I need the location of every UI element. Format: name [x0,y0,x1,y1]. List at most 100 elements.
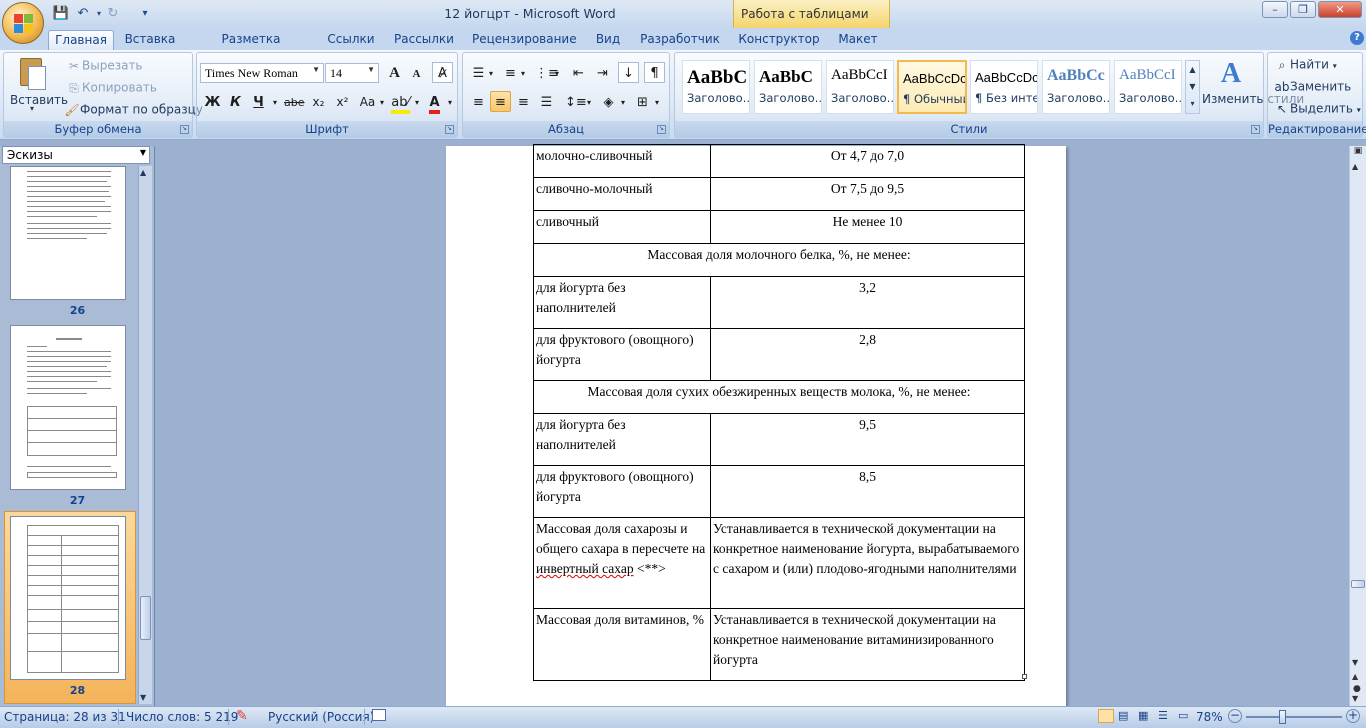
zoom-slider[interactable] [1246,710,1342,724]
navigation-mode-select[interactable]: Эскизы ▼ [2,146,150,164]
underline-dropdown-icon[interactable]: ▾ [270,91,280,112]
page-thumbnail-26[interactable] [10,166,126,300]
line-spacing-button[interactable]: ↕≡ [564,91,587,112]
maximize-button[interactable]: ❐ [1290,1,1316,18]
align-left-button[interactable]: ≡ [468,91,489,112]
tab-table-design[interactable]: Конструктор [738,30,820,50]
style-heading1[interactable]: AaBbC Заголово... [682,60,750,114]
zoom-level[interactable]: 78% [1196,710,1223,724]
scroll-up-icon[interactable]: ▲ [1352,162,1358,171]
shrink-font-button[interactable]: A [406,63,427,84]
full-screen-reading-icon[interactable]: ▤ [1118,709,1128,722]
change-case-dropdown-icon[interactable]: ▾ [377,91,387,112]
increase-indent-button[interactable]: ⇥ [592,62,613,83]
superscript-button[interactable]: x² [332,91,353,112]
justify-button[interactable]: ☰ [536,91,557,112]
bold-button[interactable]: Ж [202,91,223,112]
multilevel-dropdown-icon[interactable]: ▾ [552,62,562,83]
numbering-dropdown-icon[interactable]: ▾ [518,62,528,83]
paste-dropdown-icon[interactable]: ▾ [30,104,34,113]
change-case-button[interactable]: Aa [357,91,378,112]
web-layout-icon[interactable]: ▦ [1138,709,1148,722]
browse-object-icon[interactable]: ● [1353,684,1361,694]
change-styles-icon[interactable]: A [1212,58,1250,92]
table-cell-indicator[interactable]: Массовая доля сахарозы и общего сахара в… [533,517,711,609]
highlight-button[interactable]: ab⁄ [390,91,411,114]
ruler-toggle-icon[interactable]: ▣ [1351,146,1365,158]
previous-page-icon[interactable]: ▲ [1352,672,1358,681]
subscript-button[interactable]: x₂ [308,91,329,112]
align-right-button[interactable]: ≡ [513,91,534,112]
thumbnails-scrollbar[interactable]: ▲ ▼ [138,166,152,704]
tab-insert[interactable]: Вставка [120,30,180,50]
strikethrough-button[interactable]: abe [283,91,305,112]
clear-format-button[interactable]: A̷ [432,62,453,83]
shading-button[interactable]: ◈ [598,91,619,112]
table-cell-indicator[interactable]: для фруктового (овощного) йогурта [533,328,711,381]
style-heading3[interactable]: AaBbCcI Заголово... [826,60,894,114]
thumbnails-scroll-thumb[interactable] [140,596,151,640]
font-launcher-icon[interactable]: ↘ [445,125,454,134]
scroll-up-icon[interactable]: ▲ [140,168,146,177]
close-button[interactable]: ✕ [1318,1,1362,18]
navigation-mode-dropdown-icon[interactable]: ▼ [140,148,146,157]
table-resize-handle[interactable] [1022,674,1027,679]
decrease-indent-button[interactable]: ⇤ [568,62,589,83]
table-cell-indicator[interactable]: сливочно-молочный [533,177,711,211]
zoom-in-button[interactable]: + [1346,709,1360,723]
font-color-dropdown-icon[interactable]: ▾ [445,91,455,112]
table-cell-value[interactable]: Устанавливается в технической документац… [710,608,1025,681]
style-heading4[interactable]: AaBbCc Заголово... [1042,60,1110,114]
scroll-down-icon[interactable]: ▼ [1352,658,1358,667]
style-normal[interactable]: AaBbCcDc ¶ Обычный [897,60,967,114]
paste-button[interactable]: Вставить [10,93,68,107]
customize-qat-icon[interactable]: ▾ [136,5,154,23]
line-spacing-dropdown-icon[interactable]: ▾ [584,91,594,112]
word-count-status[interactable]: Число слов: 5 219 [126,710,238,724]
table-cell-value[interactable]: 3,2 [710,276,1025,329]
font-size-combo[interactable]: 14 ▼ [325,63,379,83]
sort-button[interactable]: ↓ [618,62,639,83]
style-no-spacing[interactable]: AaBbCcDc ¶ Без инте... [970,60,1038,114]
document-page[interactable]: молочно-сливочный От 4,7 до 7,0 сливочно-м… [446,144,1066,708]
paste-icon[interactable] [16,56,52,94]
align-center-button[interactable]: ≡ [490,91,511,112]
show-marks-button[interactable]: ¶ [644,62,665,83]
table-cell-value[interactable]: Не менее 10 [710,210,1025,244]
table-cell-value[interactable]: Устанавливается в технической документац… [710,517,1025,609]
tab-home[interactable]: Главная [48,30,114,50]
tab-table-layout[interactable]: Макет [834,30,882,50]
change-styles-button[interactable]: Изменить стили [1202,92,1304,106]
proofing-icon[interactable]: ✎ [236,708,248,724]
tab-developer[interactable]: Разработчик [638,30,722,50]
italic-button[interactable]: К [225,91,246,112]
table-cell-value[interactable]: От 4,7 до 7,0 [710,144,1025,178]
next-page-icon[interactable]: ▼ [1352,694,1358,703]
shading-dropdown-icon[interactable]: ▾ [618,91,628,112]
zoom-slider-thumb[interactable] [1279,710,1287,724]
table-cell-indicator[interactable]: для фруктового (овощного) йогурта [533,465,711,518]
document-table[interactable]: молочно-сливочный От 4,7 до 7,0 сливочно-м… [533,144,1025,681]
font-color-button[interactable]: A [424,91,445,114]
draft-view-icon[interactable]: ▭ [1178,709,1188,722]
table-cell-value[interactable]: 2,8 [710,328,1025,381]
clipboard-launcher-icon[interactable]: ↘ [180,125,189,134]
font-name-combo[interactable]: Times New Roman ▼ [200,63,324,83]
font-size-dropdown-icon[interactable]: ▼ [367,65,375,74]
table-cell-indicator[interactable]: для йогурта без наполнителей [533,413,711,466]
tab-review[interactable]: Рецензирование [472,30,577,50]
style-heading2[interactable]: AaBbC Заголово... [754,60,822,114]
replace-button[interactable]: abЗаменить [1274,79,1352,95]
table-cell-value[interactable]: 9,5 [710,413,1025,466]
redo-icon[interactable]: ↻ [104,5,122,23]
page-thumbnail-27[interactable] [10,325,126,490]
table-cell-indicator[interactable]: Массовая доля витаминов, % [533,608,711,681]
table-section-heading[interactable]: Массовая доля сухих обезжиренных веществ… [533,380,1025,414]
outline-view-icon[interactable]: ☰ [1158,709,1168,722]
page-count-status[interactable]: Страница: 28 из 31 [4,710,126,724]
copy-button[interactable]: ⎘ Копировать [66,80,157,96]
cut-button[interactable]: ✂ Вырезать [66,58,143,74]
vertical-scrollbar[interactable]: ▣ ▲ ▼ ▲ ● ▼ [1349,146,1366,706]
tab-mailings[interactable]: Рассылки [392,30,456,50]
font-name-dropdown-icon[interactable]: ▼ [312,65,320,74]
